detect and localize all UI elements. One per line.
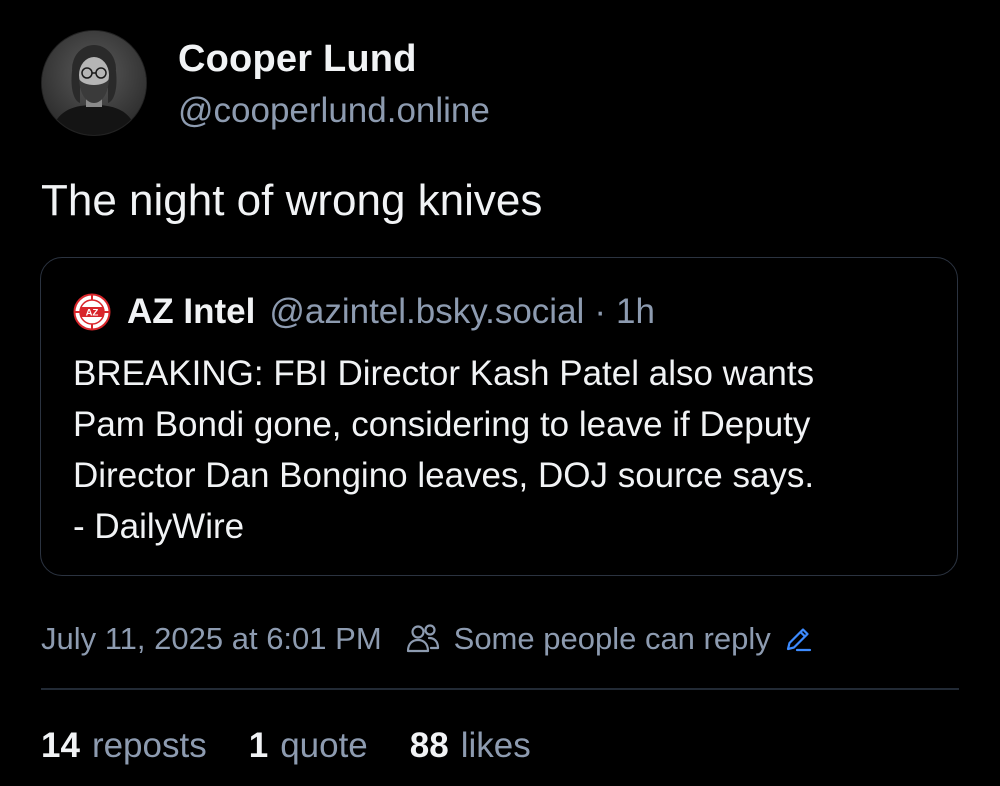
likes-count: 88 [409,726,449,765]
reposts-count: 14 [41,726,80,765]
quoted-post-line: Director Dan Bongino leaves, DOJ source … [73,456,815,495]
quoted-post-line: Pam Bondi gone, considering to leave if … [73,405,811,444]
separator-dot: · [594,292,606,331]
reposts-stat[interactable]: 14 reposts [41,726,207,766]
quotes-label: quote [280,726,368,765]
author-display-name[interactable]: Cooper Lund [178,38,417,81]
author-handle[interactable]: @cooperlund.online [178,91,490,131]
quoted-post-header: AZ AZ Intel @azintel.bsky.social · 1h [73,290,655,334]
quoted-post-body: BREAKING: FBI Director Kash Patel also w… [73,348,943,552]
quoted-post-line: - DailyWire [73,507,245,546]
quotes-stat[interactable]: 1 quote [249,726,368,766]
quoted-post-line: BREAKING: FBI Director Kash Patel also w… [73,354,815,393]
quoted-post-card[interactable]: AZ AZ Intel @azintel.bsky.social · 1h BR… [40,257,958,576]
reply-settings-button[interactable]: Some people can reply [404,620,813,658]
people-icon [406,624,439,653]
reply-setting-label: Some people can reply [453,621,771,656]
post-text: The night of wrong knives [41,176,543,225]
post-meta-row: July 11, 2025 at 6:01 PM Some people can… [41,617,813,661]
quoted-author-handle[interactable]: @azintel.bsky.social [269,292,584,332]
post-timestamp: July 11, 2025 at 6:01 PM [41,621,382,656]
likes-label: likes [460,726,531,765]
author-avatar[interactable] [42,31,146,135]
divider [41,688,959,690]
pencil-icon [786,628,811,652]
avatar-portrait [42,31,146,135]
likes-stat[interactable]: 88 likes [410,726,531,766]
engagement-stats: 14 reposts 1 quote 88 likes [41,724,573,768]
quoted-post-time: 1h [615,292,655,331]
quoted-author-name[interactable]: AZ Intel [127,292,255,332]
quotes-count: 1 [248,726,269,765]
az-intel-logo-icon[interactable]: AZ [73,293,111,331]
reposts-label: reposts [91,726,207,765]
az-logo-text: AZ [86,308,99,319]
